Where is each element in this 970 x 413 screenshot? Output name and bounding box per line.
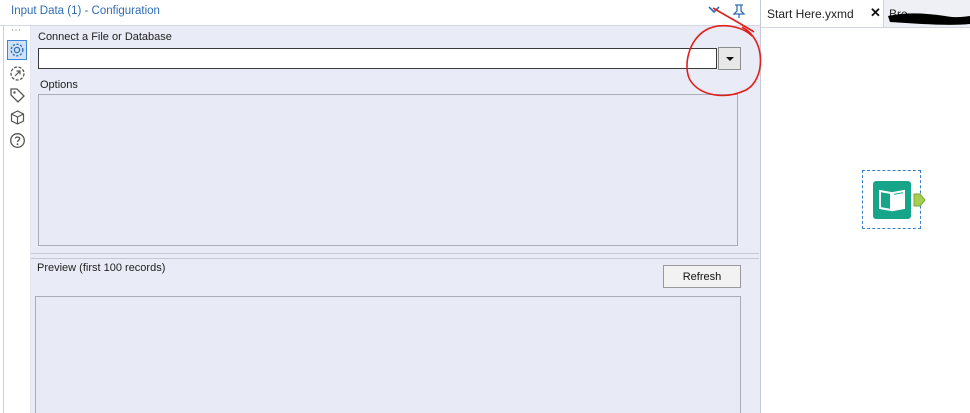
config-side-toolbar: ⋯ (0, 26, 31, 413)
file-path-input[interactable] (38, 48, 717, 69)
cube-icon[interactable] (9, 109, 26, 126)
options-area (38, 94, 738, 246)
file-dropdown-button[interactable] (718, 47, 741, 70)
book-icon (873, 181, 911, 219)
preview-grid (35, 296, 741, 413)
more-dots-icon[interactable]: ⋯ (11, 26, 22, 36)
connect-label: Connect a File or Database (38, 31, 172, 43)
tag-icon[interactable] (9, 87, 26, 104)
workflow-tab-bar: Start Here.yxmd ✕ Bre... (761, 0, 970, 28)
gear-icon[interactable] (7, 40, 27, 60)
strip-divider (3, 26, 4, 413)
configuration-panel: Input Data (1) - Configuration ⋯ Connect… (0, 0, 761, 413)
panel-splitter[interactable] (31, 253, 759, 259)
pin-icon[interactable] (731, 3, 747, 19)
help-icon[interactable] (9, 132, 26, 149)
dropdown-arrow-icon (726, 57, 734, 61)
tab-label: Bre... (889, 7, 918, 21)
options-label: Options (40, 79, 78, 91)
tab-start-here[interactable]: Start Here.yxmd ✕ (761, 0, 884, 27)
preview-label: Preview (first 100 records) (37, 262, 166, 274)
tab-label: Start Here.yxmd (767, 7, 854, 21)
close-icon[interactable]: ✕ (870, 5, 881, 21)
panel-title: Input Data (1) - Configuration (11, 5, 160, 17)
refresh-button[interactable]: Refresh (663, 265, 741, 288)
output-anchor-icon[interactable] (913, 193, 926, 207)
arrow-circle-icon[interactable] (9, 65, 26, 82)
chevron-down-icon[interactable] (707, 3, 721, 17)
tab-second-workflow[interactable]: Bre... (885, 0, 970, 27)
panel-header: Input Data (1) - Configuration (0, 0, 760, 26)
